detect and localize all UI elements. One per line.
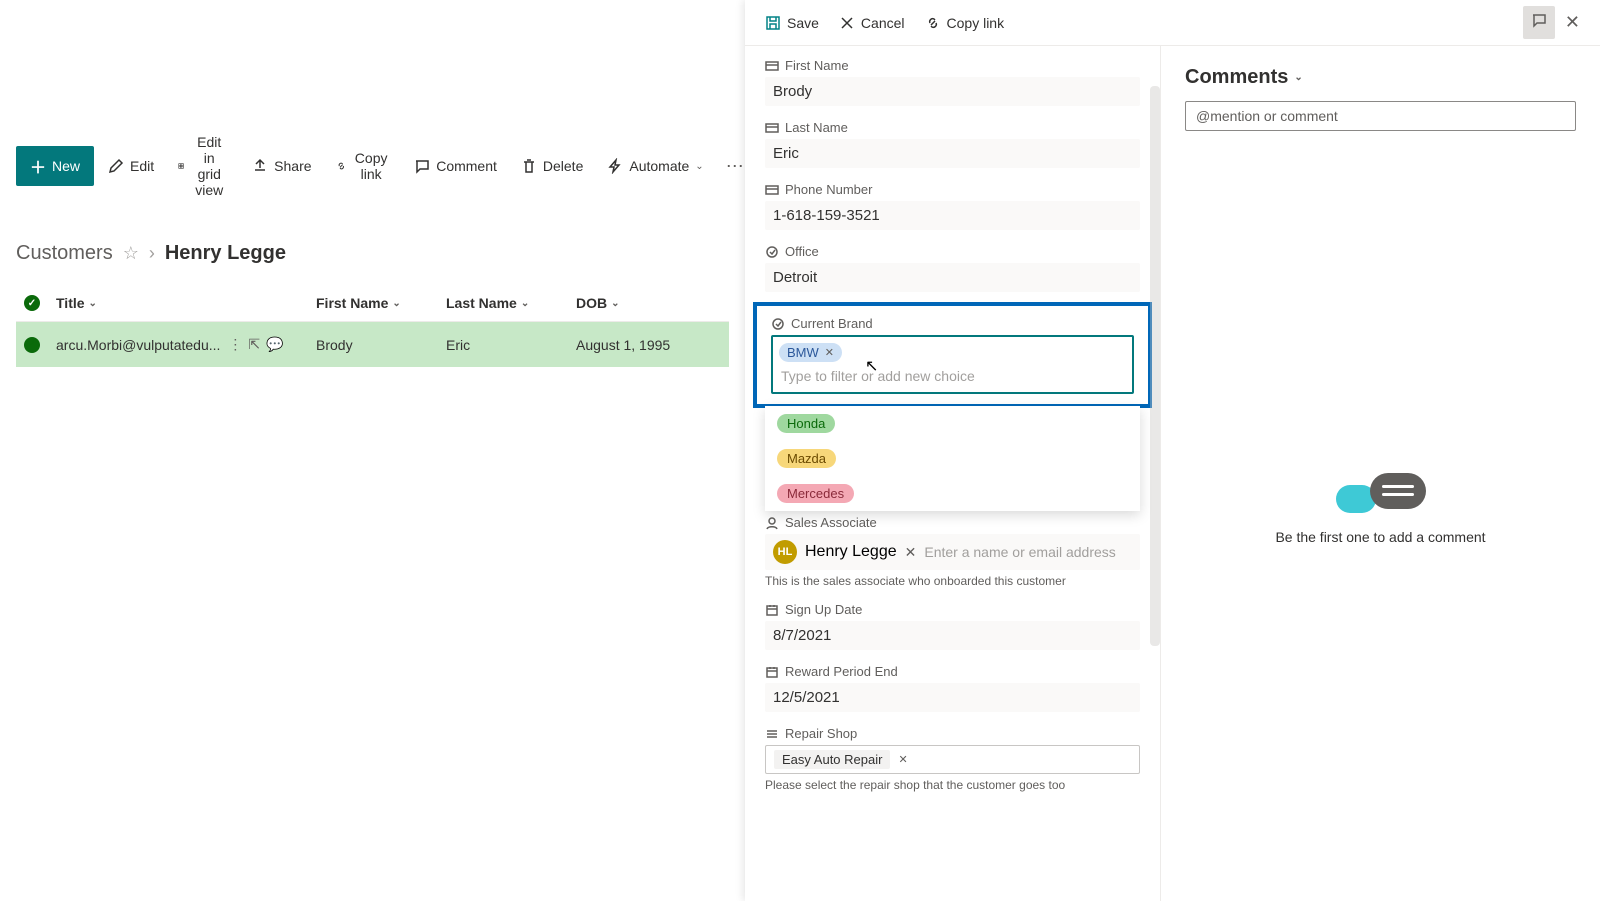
new-button[interactable]: ＋New	[16, 146, 94, 186]
table-header: ✓ Title⌄ First Name⌄ Last Name⌄ DOB⌄	[16, 285, 729, 322]
brand-dropdown: Honda Mazda Mercedes	[765, 406, 1140, 511]
field-repair-shop: Repair Shop Easy Auto Repair ✕ Please se…	[745, 722, 1160, 802]
field-reward-end: Reward Period End 12/5/2021	[745, 660, 1160, 722]
first-name-input[interactable]: Brody	[765, 77, 1140, 106]
column-dob[interactable]: DOB⌄	[576, 295, 726, 311]
row-share-icon[interactable]: ⇱	[248, 336, 260, 353]
brand-option-mercedes[interactable]: Mercedes	[765, 476, 1140, 511]
customers-table: ✓ Title⌄ First Name⌄ Last Name⌄ DOB⌄ ✓ a…	[16, 285, 729, 367]
comments-panel: Comments⌄ @mention or comment Be the fir…	[1160, 46, 1600, 901]
repair-shop-input[interactable]: Easy Auto Repair ✕	[765, 745, 1140, 774]
person-name: Henry Legge	[805, 543, 897, 561]
phone-input[interactable]: 1-618-159-3521	[765, 201, 1140, 230]
brand-tag-bmw: BMW✕	[779, 343, 842, 362]
automate-button[interactable]: Automate⌄	[597, 152, 713, 180]
save-button[interactable]: Save	[755, 9, 829, 37]
main-content: ＋New Edit Edit in grid view Share Copy l…	[0, 0, 745, 901]
column-first-name[interactable]: First Name⌄	[316, 295, 446, 311]
current-brand-highlight: Current Brand BMW✕	[753, 302, 1152, 408]
avatar: HL	[773, 540, 797, 564]
form-scroll[interactable]: First Name Brody Last Name Eric Phone Nu…	[745, 46, 1160, 901]
detail-pane: Save Cancel Copy link ✕ First Name Brody…	[745, 0, 1600, 901]
sales-associate-note: This is the sales associate who onboarde…	[765, 574, 1140, 588]
remove-repair-icon[interactable]: ✕	[898, 753, 907, 766]
delete-button[interactable]: Delete	[511, 152, 593, 180]
reward-end-input[interactable]: 12/5/2021	[765, 683, 1140, 712]
cancel-button[interactable]: Cancel	[829, 9, 915, 37]
scrollbar[interactable]	[1150, 86, 1160, 646]
table-row[interactable]: ✓ arcu.Morbi@vulputatedu... ⋮ ⇱ 💬 Brody …	[16, 322, 729, 367]
repair-shop-note: Please select the repair shop that the c…	[765, 778, 1140, 792]
copy-link-button[interactable]: Copy link	[326, 144, 401, 188]
field-phone: Phone Number 1-618-159-3521	[745, 178, 1160, 240]
close-pane-button[interactable]: ✕	[1555, 6, 1590, 39]
cell-last-name: Eric	[446, 337, 576, 353]
edit-grid-button[interactable]: Edit in grid view	[168, 128, 238, 204]
breadcrumb-separator: ›	[149, 243, 155, 264]
current-brand-input[interactable]: BMW✕	[771, 335, 1134, 394]
field-first-name: First Name Brody	[745, 54, 1160, 116]
row-comment-icon[interactable]: 💬	[266, 336, 283, 353]
repair-shop-tag: Easy Auto Repair	[774, 750, 890, 769]
breadcrumb: Customers ☆ › Henry Legge	[0, 232, 745, 275]
brand-option-mazda[interactable]: Mazda	[765, 441, 1140, 476]
favorite-icon[interactable]: ☆	[123, 243, 139, 264]
cell-first-name: Brody	[316, 337, 446, 353]
column-last-name[interactable]: Last Name⌄	[446, 295, 576, 311]
select-all-checkbox[interactable]: ✓	[24, 295, 40, 311]
detail-toolbar: Save Cancel Copy link ✕	[745, 0, 1600, 46]
remove-person-icon[interactable]: ✕	[905, 544, 917, 561]
field-last-name: Last Name Eric	[745, 116, 1160, 178]
row-checkbox[interactable]: ✓	[24, 337, 40, 353]
comments-empty: Be the first one to add a comment	[1185, 131, 1576, 881]
field-office: Office Detroit	[745, 240, 1160, 302]
sales-associate-input[interactable]: HL Henry Legge ✕ Enter a name or email a…	[765, 534, 1140, 570]
comment-input[interactable]: @mention or comment	[1185, 101, 1576, 131]
brand-filter-input[interactable]	[779, 366, 1126, 386]
field-sign-up-date: Sign Up Date 8/7/2021	[745, 598, 1160, 660]
comments-empty-text: Be the first one to add a comment	[1275, 529, 1485, 545]
list-toolbar: ＋New Edit Edit in grid view Share Copy l…	[0, 120, 745, 212]
cell-title: arcu.Morbi@vulputatedu...	[56, 337, 220, 353]
comments-title[interactable]: Comments⌄	[1185, 66, 1576, 89]
cell-dob: August 1, 1995	[576, 337, 726, 353]
sign-up-input[interactable]: 8/7/2021	[765, 621, 1140, 650]
comments-empty-icon	[1336, 467, 1426, 517]
column-title[interactable]: Title⌄	[56, 295, 316, 311]
edit-button[interactable]: Edit	[98, 152, 164, 180]
person-placeholder: Enter a name or email address	[924, 544, 1115, 560]
row-menu-icon[interactable]: ⋮	[228, 336, 242, 353]
brand-option-honda[interactable]: Honda	[765, 406, 1140, 441]
share-button[interactable]: Share	[242, 152, 321, 180]
office-input[interactable]: Detroit	[765, 263, 1140, 292]
field-sales-associate: Sales Associate HL Henry Legge ✕ Enter a…	[745, 511, 1160, 598]
breadcrumb-current: Henry Legge	[165, 242, 286, 265]
remove-tag-icon[interactable]: ✕	[825, 346, 834, 359]
last-name-input[interactable]: Eric	[765, 139, 1140, 168]
toggle-comments-icon[interactable]	[1523, 6, 1555, 39]
detail-copy-link-button[interactable]: Copy link	[915, 9, 1015, 37]
comment-button[interactable]: Comment	[404, 152, 507, 180]
breadcrumb-root[interactable]: Customers	[16, 242, 113, 265]
